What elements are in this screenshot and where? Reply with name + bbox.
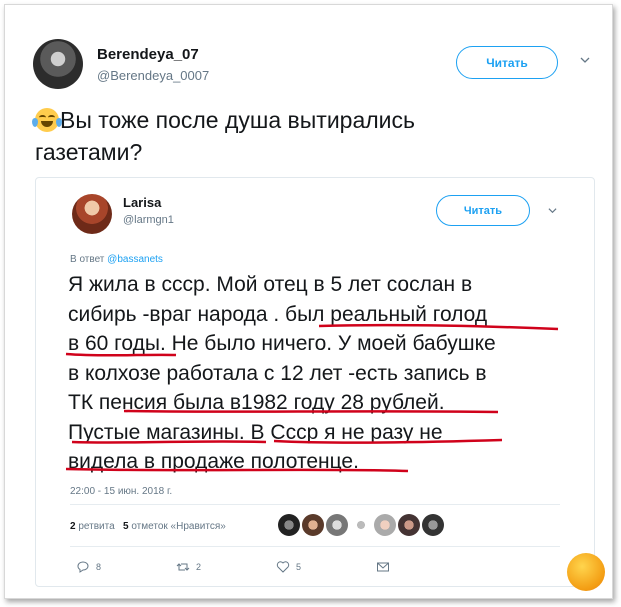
quoted-line: Я жила в ссср. Мой отец в 5 лет сослан в xyxy=(68,273,473,296)
reply-to-link[interactable]: @bassanets xyxy=(107,254,163,265)
author-name[interactable]: Berendeya_07 xyxy=(97,46,199,63)
tweet-stats: 2 ретвита 5 отметок «Нравится» xyxy=(70,521,226,532)
message-button[interactable] xyxy=(376,560,390,574)
retweet-count: 2 xyxy=(196,562,202,572)
quoted-author-name[interactable]: Larisa xyxy=(123,195,161,210)
divider xyxy=(70,504,560,505)
quoted-tweet[interactable]: Larisa @larmgn1 Читать В ответ @bassanet… xyxy=(35,177,595,587)
author-avatar[interactable] xyxy=(33,39,83,89)
watermark-logo xyxy=(567,553,605,591)
face-with-tears-of-joy-icon xyxy=(32,108,62,132)
liker-avatar[interactable] xyxy=(398,514,420,536)
quoted-line: ТК пенсия была в1982 году 28 рублей. xyxy=(68,391,445,414)
author-handle[interactable]: @Berendeya_0007 xyxy=(97,68,209,83)
tweet-card: Berendeya_07 @Berendeya_0007 Читать Вы т… xyxy=(4,4,613,599)
quoted-line: сибирь -враг народа . был реальный голод xyxy=(68,302,488,326)
follow-button[interactable]: Читать xyxy=(456,46,558,79)
quoted-follow-button[interactable]: Читать xyxy=(436,195,530,226)
chevron-down-icon[interactable] xyxy=(580,55,590,65)
quoted-author-handle[interactable]: @larmgn1 xyxy=(123,214,174,226)
tweet-text-line1: Вы тоже после душа вытирались xyxy=(60,107,416,133)
quoted-line: видела в продаже полотенце. xyxy=(68,450,359,473)
liker-avatar[interactable] xyxy=(326,514,348,536)
envelope-icon xyxy=(377,562,389,572)
quoted-author-avatar[interactable] xyxy=(72,194,112,234)
retweet-button[interactable]: 2 xyxy=(176,560,201,574)
liker-avatar[interactable] xyxy=(374,514,396,536)
tweet-timestamp[interactable]: 22:00 - 15 июн. 2018 г. xyxy=(70,486,172,497)
liker-avatar[interactable] xyxy=(350,514,372,536)
quoted-line: в колхозе работала с 12 лет -есть запись… xyxy=(68,361,487,385)
tweet-text: Вы тоже после душа вытирались газетами? xyxy=(32,104,535,168)
likes-label[interactable]: отметок «Нравится» xyxy=(131,521,225,532)
tweet-text-line2: газетами? xyxy=(35,139,143,165)
like-button[interactable]: 5 xyxy=(276,560,301,574)
liker-avatar[interactable] xyxy=(422,514,444,536)
reply-button[interactable]: 8 xyxy=(76,560,101,574)
retweet-icon xyxy=(176,563,190,571)
reply-count: 8 xyxy=(96,562,102,572)
reply-prefix: В ответ xyxy=(70,254,105,265)
quoted-line: в 60 годы. Не было ничего. У моей бабушк… xyxy=(68,332,496,355)
like-count: 5 xyxy=(296,562,302,572)
retweets-label[interactable]: ретвита xyxy=(78,521,114,532)
chevron-down-icon[interactable] xyxy=(548,206,557,215)
reply-to-line: В ответ @bassanets xyxy=(70,254,163,265)
reply-icon xyxy=(77,561,89,573)
liker-avatar[interactable] xyxy=(278,514,300,536)
heart-icon xyxy=(276,561,290,573)
liker-avatar[interactable] xyxy=(302,514,324,536)
quoted-tweet-text: Я жила в ссср. Мой отец в 5 лет сослан в… xyxy=(68,270,578,477)
quoted-line: Пустые магазины. В Ссср я не разу не xyxy=(68,420,443,444)
likes-count[interactable]: 5 xyxy=(123,521,129,532)
retweets-count[interactable]: 2 xyxy=(70,521,76,532)
divider xyxy=(70,546,560,547)
